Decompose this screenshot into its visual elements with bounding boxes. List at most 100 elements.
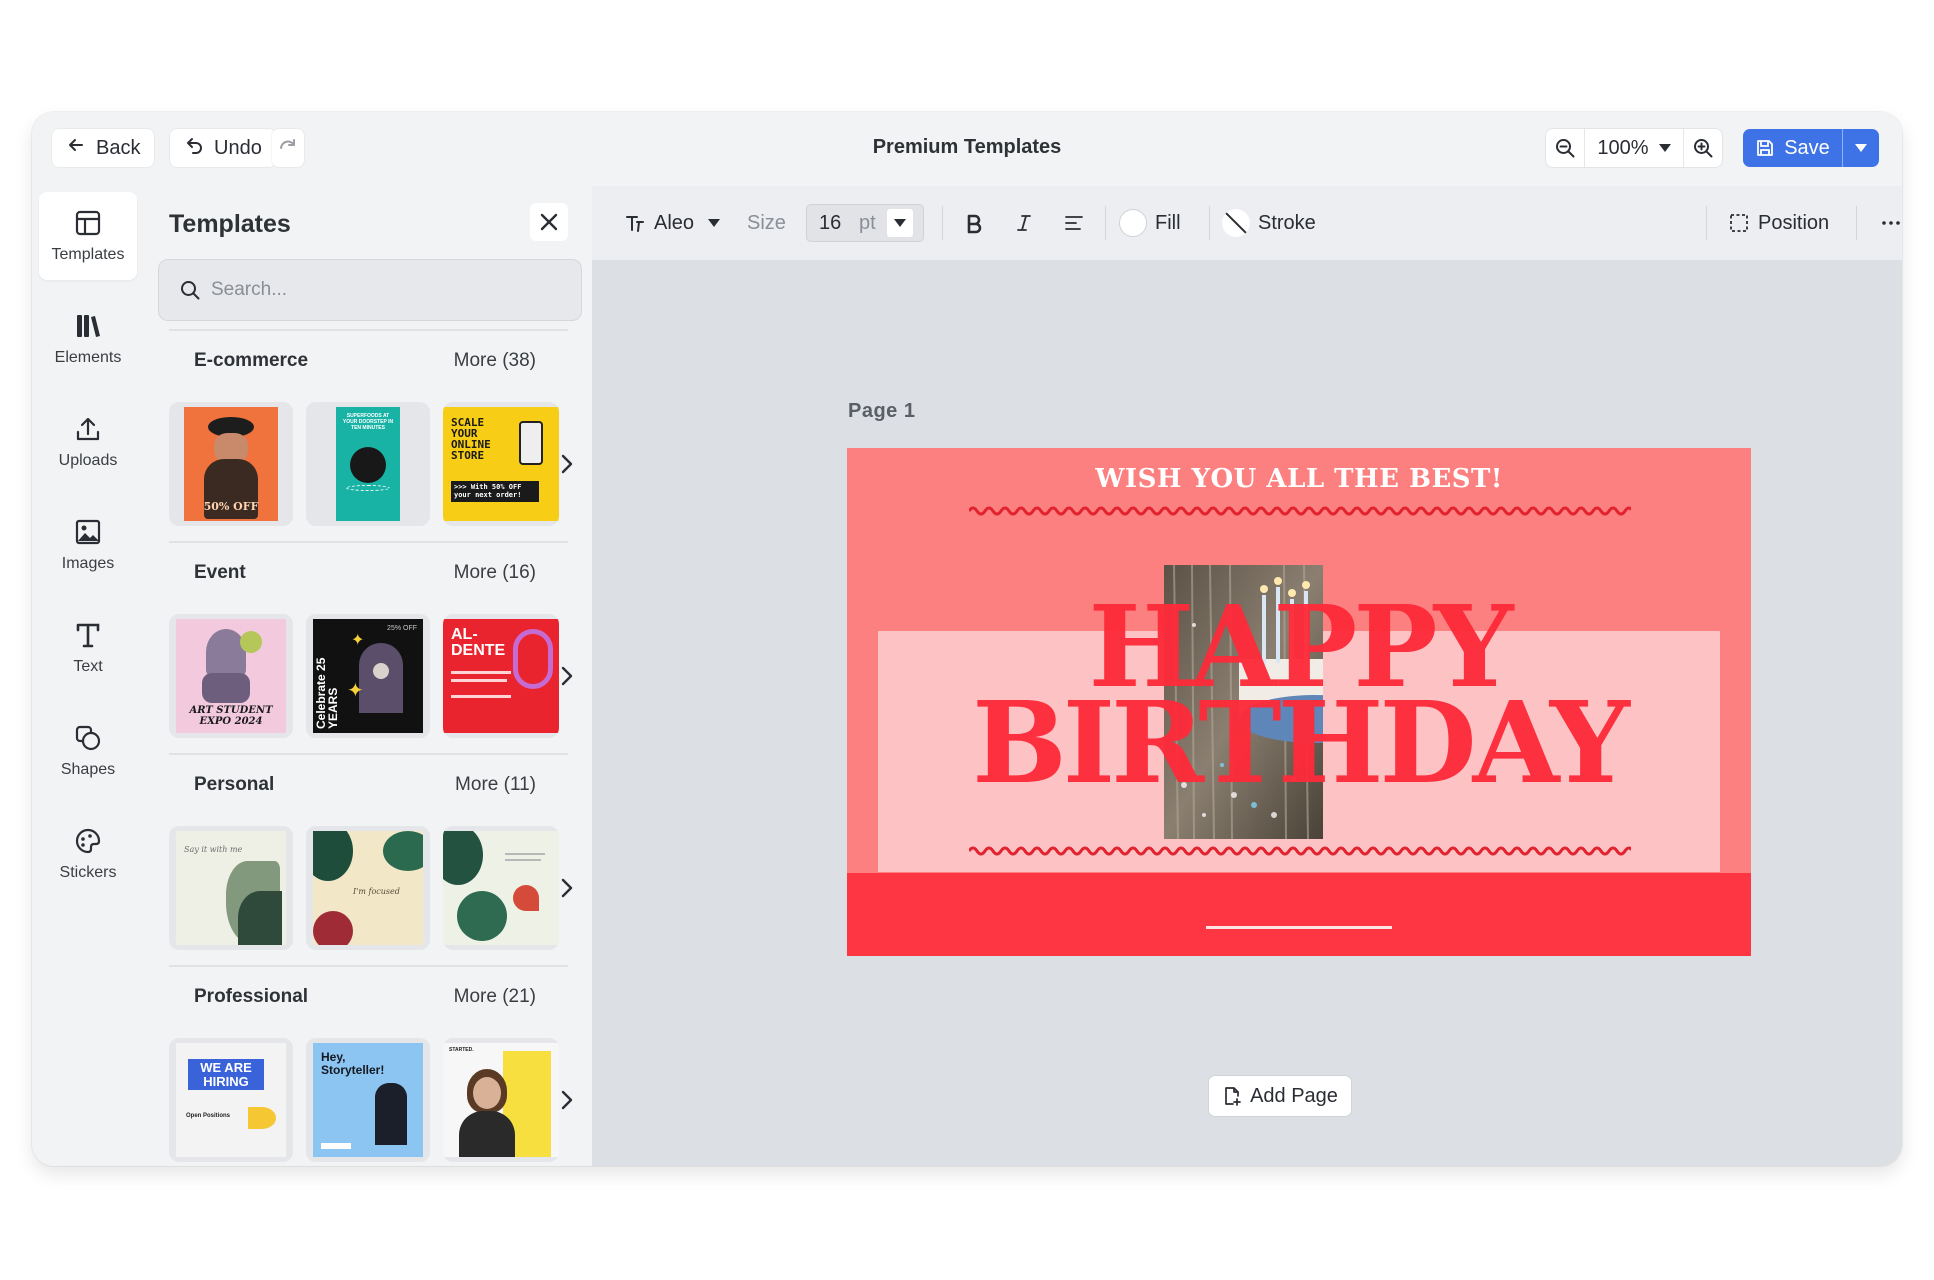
thumb-text: Celebrate 25 YEARS <box>314 657 340 729</box>
template-thumbnail[interactable]: Hey, Storyteller! <box>306 1038 430 1162</box>
template-row: Say it with me I'm focused <box>169 826 573 950</box>
fill-swatch <box>1119 209 1147 237</box>
rail-item-text[interactable]: Text <box>39 604 137 692</box>
redo-button[interactable] <box>272 129 304 167</box>
rail-item-templates[interactable]: Templates <box>39 192 137 280</box>
size-label: Size <box>747 211 786 234</box>
align-left-icon <box>1065 216 1083 230</box>
template-thumbnail[interactable]: Say it with me <box>169 826 293 950</box>
divider <box>1105 206 1106 240</box>
chevron-right-icon[interactable] <box>557 662 577 690</box>
position-button[interactable]: Position <box>1728 204 1829 242</box>
zoom-level-select[interactable]: 100% <box>1584 129 1684 167</box>
card-underline[interactable] <box>1206 926 1392 929</box>
rail-label: Images <box>61 555 115 572</box>
template-thumbnail[interactable]: ART STUDENT EXPO 2024 <box>169 614 293 738</box>
font-family-select[interactable]: Aleo <box>624 204 721 242</box>
save-button[interactable]: Save <box>1743 129 1842 167</box>
more-horizontal-icon <box>1882 221 1900 225</box>
template-thumbnail[interactable]: SCALE YOUR ONLINE STORE >>> With 50% OFF… <box>443 402 559 526</box>
stroke-button[interactable]: Stroke <box>1222 204 1316 242</box>
rail-item-images[interactable]: Images <box>39 501 137 589</box>
wavy-line-bottom[interactable] <box>969 844 1631 858</box>
fill-button[interactable]: Fill <box>1119 204 1181 242</box>
font-icon <box>626 216 644 232</box>
close-icon <box>540 213 558 231</box>
bold-button[interactable] <box>955 204 993 242</box>
top-bar: Back Undo Premium Templates 100% Save <box>32 112 1902 186</box>
stroke-swatch-icon <box>1222 209 1250 237</box>
text-icon <box>76 623 100 648</box>
chevron-right-icon[interactable] <box>557 874 577 902</box>
category-more-link[interactable]: More (38) <box>454 350 536 372</box>
template-thumbnail[interactable]: SUPERFOODS AT YOUR DOORSTEP IN TEN MINUT… <box>306 402 430 526</box>
rail-item-uploads[interactable]: Uploads <box>39 398 137 486</box>
rail-label: Templates <box>51 246 125 263</box>
chevron-right-icon[interactable] <box>557 450 577 478</box>
caret-down-icon <box>894 219 906 227</box>
template-thumbnail[interactable] <box>443 826 559 950</box>
image-icon <box>75 519 101 545</box>
font-size-value: 16 <box>819 211 842 234</box>
rail-item-elements[interactable]: Elements <box>39 295 137 383</box>
wavy-line-top[interactable] <box>969 504 1631 518</box>
category-more-link[interactable]: More (21) <box>454 986 536 1008</box>
font-size-unit: pt <box>859 211 876 234</box>
save-label: Save <box>1784 136 1830 159</box>
thumb-text: SCALE YOUR ONLINE STORE <box>451 416 491 462</box>
rail-label: Uploads <box>58 452 118 469</box>
thumb-text: WE ARE HIRING <box>188 1059 264 1091</box>
zoom-out-button[interactable] <box>1546 129 1584 167</box>
template-thumbnail[interactable]: Celebrate 25 YEARS 25% OFF ✦ ✦ <box>306 614 430 738</box>
redo-icon <box>278 135 298 161</box>
search-icon <box>181 281 200 300</box>
search-field[interactable] <box>158 259 582 321</box>
card-bottom-band[interactable] <box>847 873 1751 956</box>
align-button[interactable] <box>1055 204 1093 242</box>
text-toolbar: Aleo Size 16 pt Fill Stroke Position <box>592 186 1902 260</box>
divider <box>1706 206 1707 240</box>
category-more-link[interactable]: More (16) <box>454 562 536 584</box>
close-panel-button[interactable] <box>530 203 568 241</box>
divider <box>1856 206 1857 240</box>
chevron-right-icon[interactable] <box>557 1086 577 1114</box>
font-size-input[interactable]: 16 pt <box>806 204 924 242</box>
template-thumbnail[interactable]: STARTED. <box>443 1038 559 1162</box>
tool-rail: Templates Elements Uploads Images Text S… <box>32 186 144 1166</box>
rail-item-shapes[interactable]: Shapes <box>39 707 137 795</box>
template-thumbnail[interactable]: AL-DENTE <box>443 614 559 738</box>
back-button[interactable]: Back <box>52 129 155 167</box>
rail-item-stickers[interactable]: Stickers <box>39 810 137 898</box>
italic-button[interactable] <box>1005 204 1043 242</box>
search-input[interactable] <box>211 279 571 301</box>
font-size-dropdown[interactable] <box>887 209 913 237</box>
card-title-line2[interactable]: BIRTHDAY <box>847 688 1751 800</box>
bold-icon <box>967 214 982 234</box>
template-thumbnail[interactable]: WE ARE HIRING Open Positions <box>169 1038 293 1162</box>
divider <box>169 541 568 543</box>
position-label: Position <box>1758 211 1830 234</box>
template-thumbnail[interactable]: 50% OFF <box>169 402 293 526</box>
zoom-control: 100% <box>1546 129 1722 167</box>
undo-button[interactable]: Undo <box>170 129 276 167</box>
save-options-button[interactable] <box>1842 129 1879 167</box>
page-label: Page 1 <box>848 400 916 422</box>
zoom-in-button[interactable] <box>1684 129 1722 167</box>
thumb-text: SUPERFOODS AT YOUR DOORSTEP IN TEN MINUT… <box>342 413 394 431</box>
thumb-text: Open Positions <box>186 1113 231 1119</box>
divider <box>1209 206 1210 240</box>
thumb-text: I'm focused <box>353 887 400 896</box>
template-thumbnail[interactable]: I'm focused <box>306 826 430 950</box>
add-page-button[interactable]: Add Page <box>1209 1076 1351 1116</box>
card-greeting-text[interactable]: WISH YOU ALL THE BEST! <box>847 464 1751 494</box>
category-more-link[interactable]: More (11) <box>455 774 536 796</box>
undo-icon <box>184 135 204 161</box>
add-page-label: Add Page <box>1250 1084 1338 1107</box>
more-options-button[interactable] <box>1872 204 1902 242</box>
divider <box>169 329 568 331</box>
thumb-text: ART STUDENT EXPO 2024 <box>189 705 273 727</box>
birthday-card-page[interactable]: WISH YOU ALL THE BEST! HAPPY BIRTHDAY <box>847 448 1751 956</box>
italic-icon <box>1017 215 1031 231</box>
rail-label: Shapes <box>60 761 116 778</box>
category-title: Personal <box>194 774 275 795</box>
